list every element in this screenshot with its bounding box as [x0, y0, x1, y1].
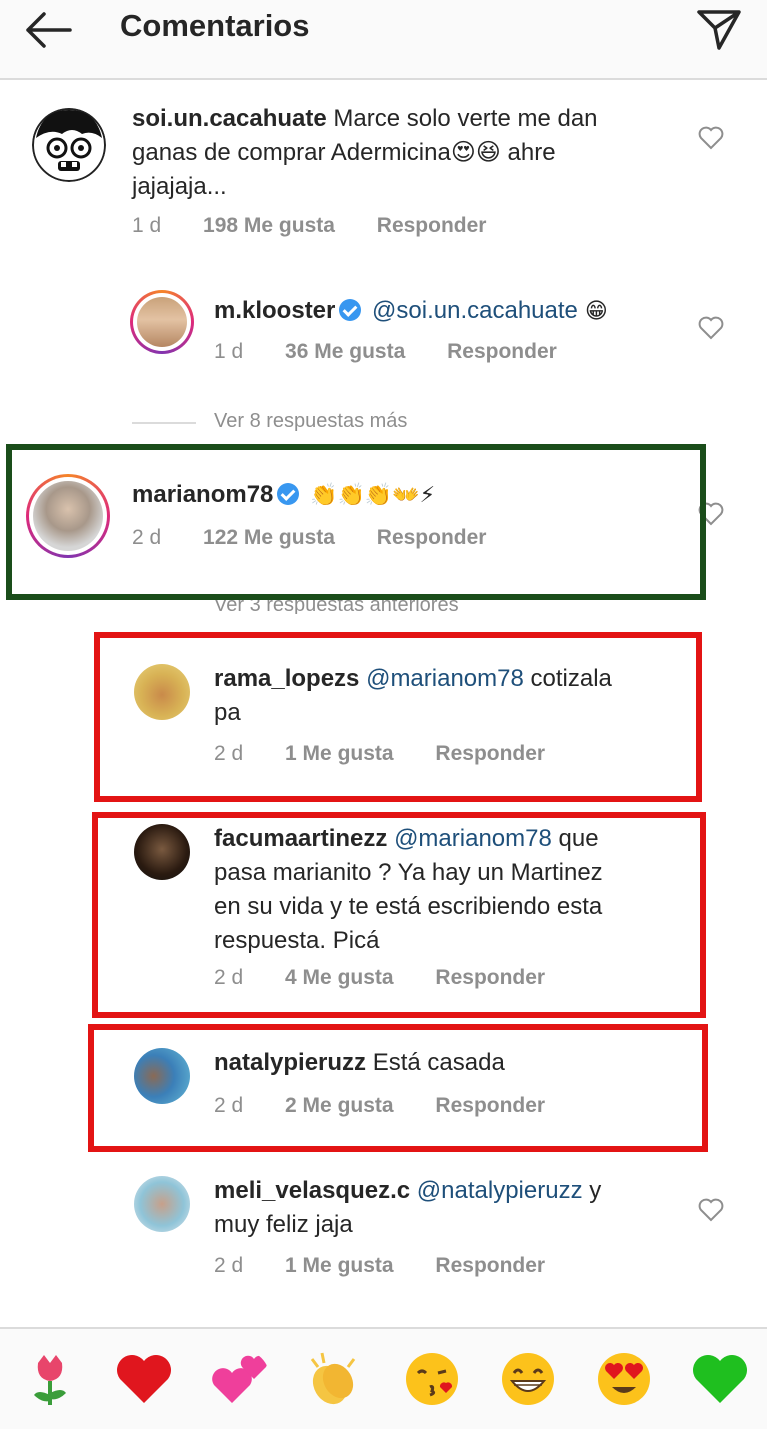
view-previous-replies[interactable]: Ver 3 respuestas anteriores: [214, 600, 459, 614]
highlight-box-green: [6, 444, 706, 600]
comment-mention[interactable]: @natalypieruzz: [417, 1177, 583, 1204]
grinning-face-emoji-icon[interactable]: [498, 1349, 558, 1409]
clapping-hands-emoji-icon[interactable]: [304, 1349, 364, 1409]
comment-item: soi.un.cacahuate Marce solo verte me dan…: [0, 100, 767, 250]
comment-text: soi.un.cacahuate Marce solo verte me dan…: [132, 105, 598, 200]
reply-button[interactable]: Responder: [435, 1254, 545, 1277]
comment-time: 2 d: [214, 1254, 244, 1277]
green-heart-emoji-icon[interactable]: [690, 1349, 750, 1409]
comment-item: meli_velasquez.c @natalypieruzz y muy fe…: [0, 1172, 767, 1292]
heart-eyes-emoji-icon[interactable]: [594, 1349, 654, 1409]
likes-count[interactable]: 1 Me gusta: [285, 1254, 394, 1277]
emoji-quick-bar: [0, 1327, 767, 1429]
highlight-box-red: [88, 1024, 708, 1152]
reply-button[interactable]: Responder: [377, 214, 487, 237]
avatar[interactable]: [32, 108, 106, 182]
divider: [132, 422, 196, 424]
comment-text: meli_velasquez.c @natalypieruzz y muy fe…: [214, 1177, 602, 1238]
comment-username[interactable]: m.klooster: [214, 297, 335, 324]
reply-button[interactable]: Responder: [447, 340, 557, 363]
header-bar: Comentarios: [0, 0, 767, 80]
comment-item: m.klooster @soi.un.cacahuate 😁 1 d 36 Me…: [0, 286, 767, 376]
avatar[interactable]: [130, 290, 194, 354]
comment-username[interactable]: soi.un.cacahuate: [132, 105, 327, 132]
highlight-box-red: [94, 632, 702, 802]
arrow-left-icon[interactable]: [22, 10, 74, 50]
heart-icon[interactable]: [698, 1198, 724, 1222]
tulip-emoji-icon[interactable]: [20, 1349, 80, 1409]
two-hearts-emoji-icon[interactable]: [210, 1349, 270, 1409]
comment-meta: 1 d 36 Me gusta Responder: [214, 340, 593, 364]
heart-icon[interactable]: [698, 126, 724, 150]
avatar[interactable]: [134, 1176, 190, 1232]
red-heart-emoji-icon[interactable]: [114, 1349, 174, 1409]
highlight-box-red: [92, 812, 706, 1018]
heart-icon[interactable]: [698, 316, 724, 340]
comment-time: 1 d: [132, 214, 162, 237]
paper-plane-icon[interactable]: [695, 6, 743, 52]
likes-count[interactable]: 198 Me gusta: [203, 214, 335, 237]
verified-badge-icon: [339, 299, 362, 321]
comment-text: m.klooster @soi.un.cacahuate 😁: [214, 297, 608, 324]
comment-time: 1 d: [214, 340, 244, 363]
view-more-replies[interactable]: Ver 8 respuestas más: [214, 410, 407, 433]
likes-count[interactable]: 36 Me gusta: [285, 340, 405, 363]
page-title: Comentarios: [120, 8, 310, 43]
comment-meta: 2 d 1 Me gusta Responder: [214, 1254, 581, 1278]
comment-mention[interactable]: @soi.un.cacahuate: [372, 297, 578, 324]
comment-meta: 1 d 198 Me gusta Responder: [132, 214, 522, 238]
comment-username[interactable]: meli_velasquez.c: [214, 1177, 410, 1204]
face-blowing-kiss-emoji-icon[interactable]: [402, 1349, 462, 1409]
